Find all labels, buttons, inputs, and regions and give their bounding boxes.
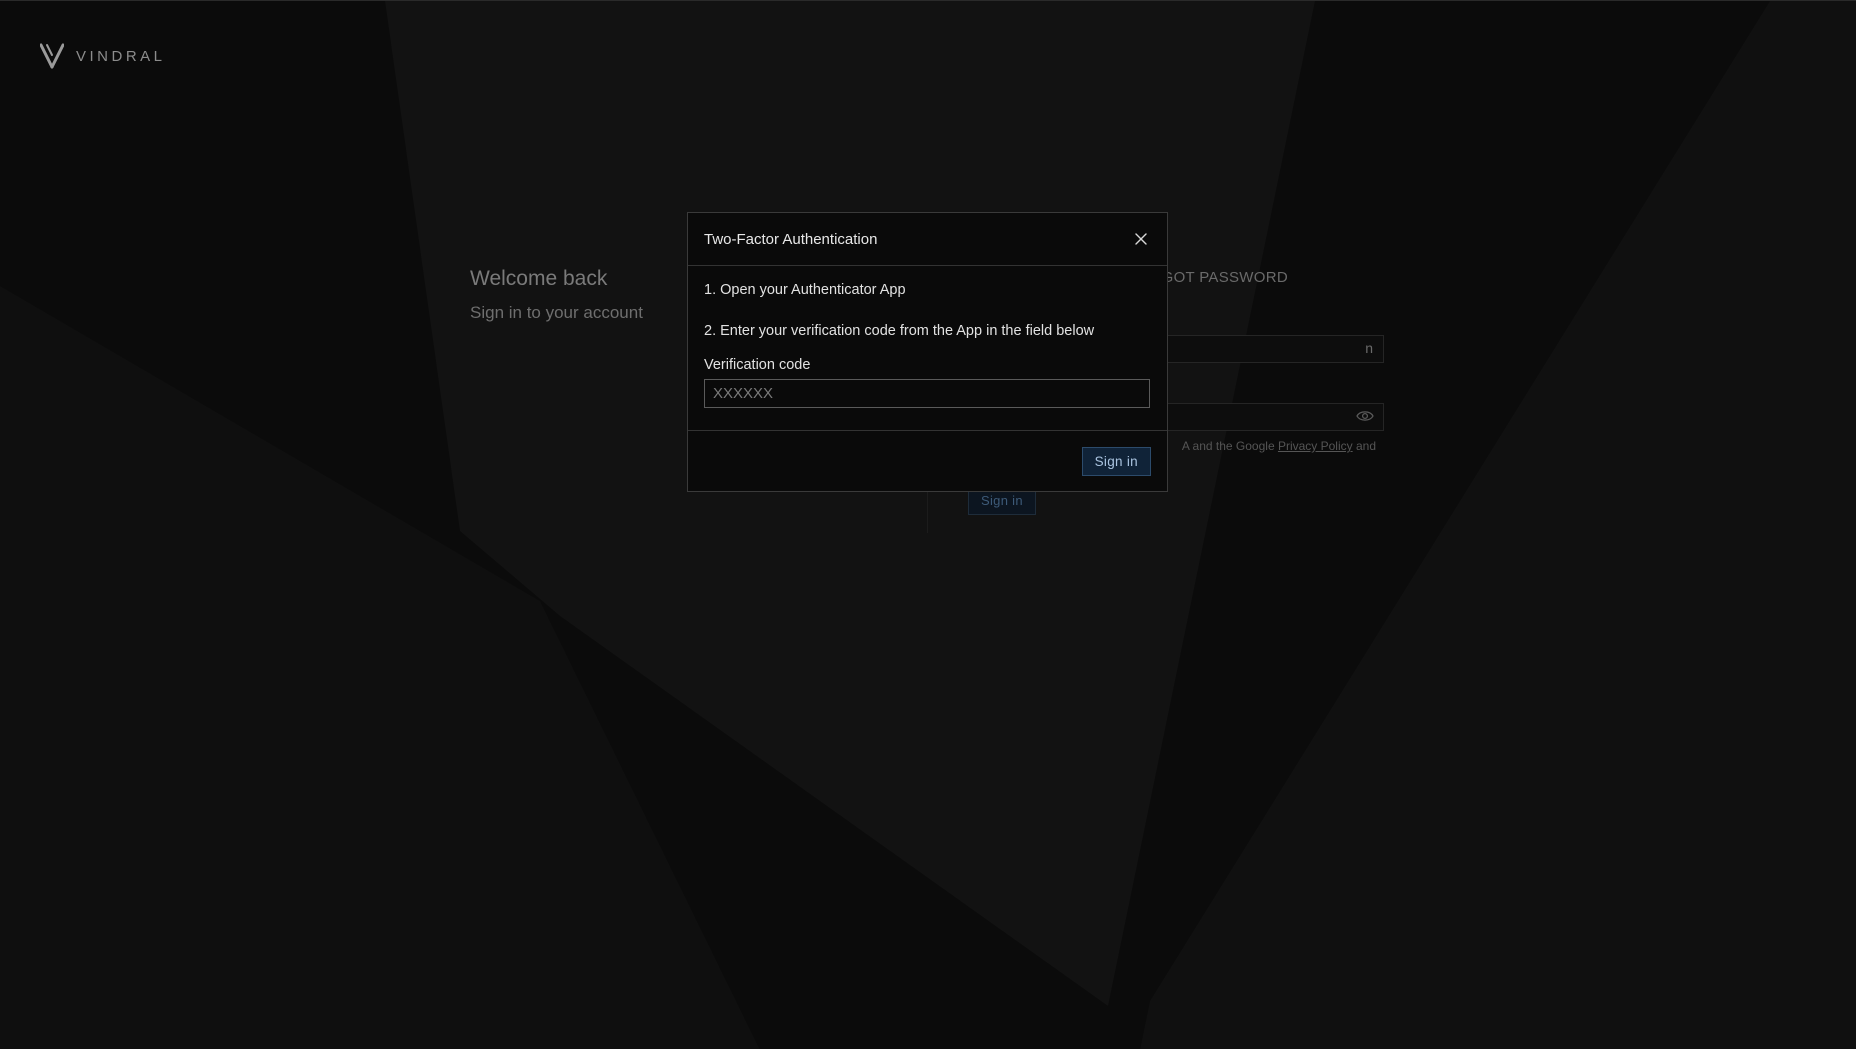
welcome-section: Welcome back Sign in to your account: [470, 267, 643, 323]
modal-title: Two-Factor Authentication: [704, 230, 878, 248]
close-icon: [1135, 233, 1147, 245]
privacy-policy-link[interactable]: Privacy Policy: [1278, 439, 1353, 453]
eye-icon[interactable]: [1356, 409, 1374, 423]
instruction-step-1: 1. Open your Authenticator App: [704, 282, 906, 298]
modal-footer: Sign in: [688, 431, 1167, 491]
recaptcha-text-suffix: and: [1352, 439, 1376, 453]
app-screen: VINDRAL Welcome back Sign in to your acc…: [0, 0, 1856, 1049]
brand-name: VINDRAL: [76, 47, 166, 65]
instruction-step-2: 2. Enter your verification code from the…: [704, 323, 1095, 339]
brand-logo[interactable]: VINDRAL: [40, 43, 166, 69]
verification-code-input[interactable]: [704, 379, 1150, 408]
recaptcha-text-prefix: A and the Google: [1181, 439, 1278, 453]
background-shapes: [0, 1, 1856, 1049]
modal-header: Two-Factor Authentication: [688, 213, 1167, 266]
welcome-title: Welcome back: [470, 267, 608, 290]
modal-sign-in-button[interactable]: Sign in: [1081, 446, 1151, 476]
modal-body: 1. Open your Authenticator App 2. Enter …: [688, 266, 1167, 431]
two-factor-modal: Two-Factor Authentication 1. Open your A…: [687, 212, 1168, 492]
welcome-subtitle: Sign in to your account: [470, 303, 643, 322]
vindral-logo-icon: [40, 43, 64, 69]
verification-code-label: Verification code: [704, 357, 811, 373]
modal-close-button[interactable]: [1131, 229, 1151, 249]
